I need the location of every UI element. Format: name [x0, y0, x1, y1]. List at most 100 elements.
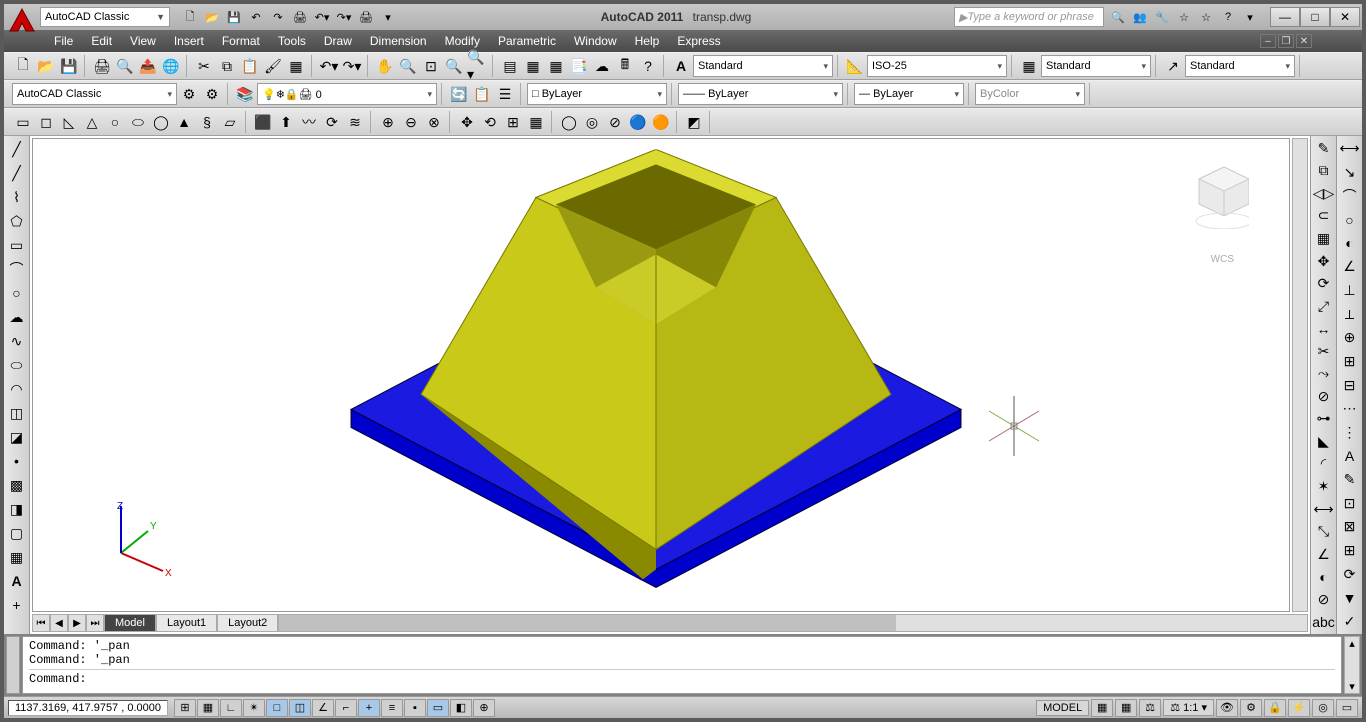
favorites-icon[interactable]: ☆	[1174, 7, 1194, 27]
mirror-icon[interactable]: ◁▷	[1313, 183, 1335, 204]
matchprop-icon[interactable]: 🖌	[262, 55, 284, 77]
dim-linear-icon[interactable]: ⟷	[1313, 499, 1335, 520]
help2-icon[interactable]: ?	[637, 55, 659, 77]
d6-icon[interactable]: ∠	[1339, 256, 1361, 278]
dimstyle-dropdown[interactable]: ISO-25▾	[867, 55, 1007, 77]
textstyle-icon[interactable]: A	[670, 55, 692, 77]
addselected-icon[interactable]: +	[6, 594, 28, 616]
tab-first-icon[interactable]: ⏮	[32, 614, 50, 632]
preview-icon[interactable]: 🔍	[114, 55, 136, 77]
redo-icon[interactable]: ↷	[268, 7, 288, 27]
help-caret-icon[interactable]: ▾	[1240, 7, 1260, 27]
dim-angular-icon[interactable]: ∠	[1313, 544, 1335, 565]
undo2-icon[interactable]: ↶▾	[318, 55, 340, 77]
am-toggle[interactable]: ⊕	[473, 699, 495, 717]
markup-icon[interactable]: ☁	[591, 55, 613, 77]
quickview-layouts-icon[interactable]: ▦	[1091, 699, 1113, 717]
revcloud-icon[interactable]: ☁	[6, 306, 28, 328]
offset-icon[interactable]: ⊂	[1313, 206, 1335, 227]
move-icon[interactable]: ✥	[1313, 251, 1335, 272]
clean-screen-icon[interactable]: ▭	[1336, 699, 1358, 717]
point-icon[interactable]: •	[6, 450, 28, 472]
revolve-icon[interactable]: ⟳	[321, 111, 343, 133]
exchange-icon[interactable]: ☆	[1196, 7, 1216, 27]
d7-icon[interactable]: ⊥	[1339, 280, 1361, 302]
quickview-drawings-icon[interactable]: ▦	[1115, 699, 1137, 717]
sphere-icon[interactable]: ○	[104, 111, 126, 133]
zoom-window-icon[interactable]: ⊡	[420, 55, 442, 77]
open2-icon[interactable]: 📂	[35, 55, 57, 77]
dyn-toggle[interactable]: +	[358, 699, 380, 717]
publish-icon[interactable]: 📤	[137, 55, 159, 77]
qat-caret-icon[interactable]: ▾	[378, 7, 398, 27]
designcenter-icon[interactable]: ▦	[522, 55, 544, 77]
menu-modify[interactable]: Modify	[445, 34, 480, 48]
wedge-icon[interactable]: ◺	[58, 111, 80, 133]
tab-last-icon[interactable]: ⏭	[86, 614, 104, 632]
tab-layout2[interactable]: Layout2	[217, 614, 278, 632]
search-icon[interactable]: 🔍	[1108, 7, 1128, 27]
lwt-toggle[interactable]: ≡	[381, 699, 403, 717]
mleaderstyle-dropdown[interactable]: Standard▾	[1185, 55, 1295, 77]
paste-icon[interactable]: 📋	[239, 55, 261, 77]
d15-icon[interactable]: ✎	[1339, 469, 1361, 491]
color-dropdown[interactable]: □ ByLayer▾	[527, 83, 667, 105]
box-icon[interactable]: ◻	[35, 111, 57, 133]
copy-icon[interactable]: ⧉	[216, 55, 238, 77]
new-icon[interactable]: 🗋	[180, 7, 200, 27]
maximize-button[interactable]: □	[1300, 7, 1330, 27]
region-icon[interactable]: ▢	[6, 522, 28, 544]
rotate-icon[interactable]: ⟳	[1313, 273, 1335, 294]
my-workspace-icon[interactable]: ⚙	[201, 83, 223, 105]
d2-icon[interactable]: ↘	[1339, 162, 1361, 184]
d20-icon[interactable]: ▼	[1339, 587, 1361, 609]
print-icon[interactable]: 🖨	[290, 7, 310, 27]
command-handle[interactable]	[6, 636, 20, 694]
cmd-scrollbar[interactable]: ▴▾	[1344, 636, 1360, 694]
viewcube[interactable]	[1179, 149, 1249, 229]
mdi-restore[interactable]: ❐	[1278, 34, 1294, 48]
menu-view[interactable]: View	[130, 34, 156, 48]
makeblock-icon[interactable]: ◪	[6, 426, 28, 448]
menu-insert[interactable]: Insert	[174, 34, 204, 48]
redo-dropdown-icon[interactable]: ↷▾	[334, 7, 354, 27]
minimize-button[interactable]: —	[1270, 7, 1300, 27]
union-icon[interactable]: ⊕	[377, 111, 399, 133]
save-icon[interactable]: 💾	[224, 7, 244, 27]
menu-dimension[interactable]: Dimension	[370, 34, 427, 48]
spline-icon[interactable]: ∿	[6, 330, 28, 352]
linetype-dropdown[interactable]: — ByLayer▾	[854, 83, 964, 105]
pyramid-icon[interactable]: ▲	[173, 111, 195, 133]
toolbar-lock-icon[interactable]: 🔒	[1264, 699, 1286, 717]
erase-icon[interactable]: ✎	[1313, 138, 1335, 159]
d1-icon[interactable]: ⟷	[1339, 138, 1361, 160]
ortho-toggle[interactable]: ∟	[220, 699, 242, 717]
3drotate-icon[interactable]: ⟲	[479, 111, 501, 133]
sweep-icon[interactable]: 〰	[298, 111, 320, 133]
workspace-dropdown[interactable]: AutoCAD Classic▾	[12, 83, 177, 105]
hardware-accel-icon[interactable]: ⚡	[1288, 699, 1310, 717]
undo-dropdown-icon[interactable]: ↶▾	[312, 7, 332, 27]
qnew-icon[interactable]: 🗋	[12, 55, 34, 77]
spell-icon[interactable]: abc	[1313, 611, 1335, 632]
save2-icon[interactable]: 💾	[58, 55, 80, 77]
close-button[interactable]: ✕	[1330, 7, 1360, 27]
blockedit-icon[interactable]: ▦	[285, 55, 307, 77]
d8-icon[interactable]: ⟂	[1339, 303, 1361, 325]
sectionplane-icon[interactable]: ◩	[683, 111, 705, 133]
annotation-scale-icon[interactable]: ⚖	[1139, 699, 1161, 717]
mdi-close[interactable]: ✕	[1296, 34, 1312, 48]
workspace-settings-icon[interactable]: ⚙	[178, 83, 200, 105]
pline-icon[interactable]: ⌇	[6, 186, 28, 208]
extend-icon[interactable]: ⤳	[1313, 363, 1335, 384]
lineweight-dropdown[interactable]: —— ByLayer▾	[678, 83, 843, 105]
insert-block-icon[interactable]: ◫	[6, 402, 28, 424]
arc-icon[interactable]: ⌒	[6, 258, 28, 280]
textstyle-dropdown[interactable]: Standard▾	[693, 55, 833, 77]
tab-prev-icon[interactable]: ◀	[50, 614, 68, 632]
polar-toggle[interactable]: ✴	[243, 699, 265, 717]
ducs-toggle[interactable]: ⌐	[335, 699, 357, 717]
zoom-extents-icon[interactable]: 🔍▾	[466, 55, 488, 77]
quickcalc-icon[interactable]: 🖩	[614, 55, 636, 77]
qp-toggle[interactable]: ▭	[427, 699, 449, 717]
